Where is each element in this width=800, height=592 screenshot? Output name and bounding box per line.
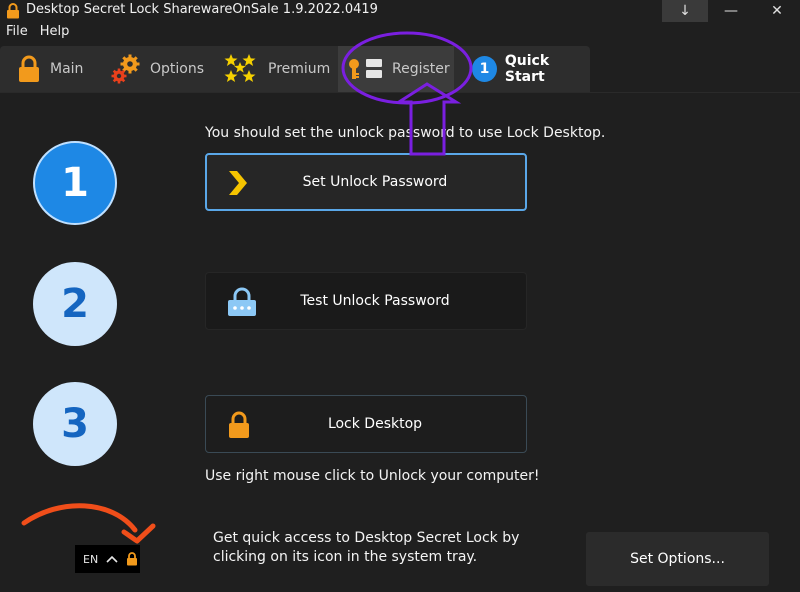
lock-desktop-label: Lock Desktop [327,416,423,432]
key-icon [349,59,382,79]
set-unlock-password-label: Set Unlock Password [302,174,448,190]
set-unlock-password-button[interactable]: Set Unlock Password [205,153,527,211]
tray-instructions: Get quick access to Desktop Secret Lock … [213,529,533,567]
tray-language: EN [83,552,99,566]
content-divider [0,92,800,93]
minimize-button[interactable]: — [708,0,754,22]
test-unlock-password-button[interactable]: Test Unlock Password [205,272,527,330]
app-lock-icon [7,3,19,19]
hint-set-password: You should set the unlock password to us… [205,125,606,141]
stars-icon [224,54,256,82]
step-3-circle: 3 [33,382,117,466]
close-button[interactable]: ✕ [754,0,800,22]
tab-main[interactable]: Main [16,46,83,92]
menu-bar: File Help [0,24,69,44]
set-options-button[interactable]: Set Options... [586,532,769,586]
lock-icon [19,55,39,82]
step-1-circle: 1 [33,141,117,225]
tab-options-label: Options [150,61,205,77]
step-2-circle: 2 [33,262,117,346]
test-unlock-password-label: Test Unlock Password [300,293,450,309]
chevron-up-icon [106,555,118,563]
quick-start-badge: 1 [472,56,497,82]
tab-main-label: Main [50,61,84,77]
tab-quick-start[interactable]: 1 Quick Start [472,46,590,92]
tab-bar: Main Options Premium Register 1 Quick St… [0,46,590,92]
system-tray-preview: EN [75,545,140,573]
annotation-curved-arrow [21,503,138,533]
tray-instructions-line1: Get quick access to Desktop Secret Lock … [213,530,520,546]
tab-quick-start-label: Quick Start [504,53,550,85]
window-title: Desktop Secret Lock SharewareOnSale 1.9.… [26,2,378,17]
gears-icon [111,54,140,84]
tray-instructions-line2: clicking on its icon in the system tray. [213,549,478,565]
hint-unlock: Use right mouse click to Unlock your com… [205,468,540,484]
tray-lock-icon [127,552,138,566]
tab-register[interactable]: Register [338,46,454,92]
annotation-up-arrow [393,82,462,156]
window-controls: ↓ — ✕ [662,0,800,22]
menu-help[interactable]: Help [40,24,70,44]
extra-window-button[interactable]: ↓ [662,0,708,22]
tab-register-label: Register [392,61,450,77]
menu-file[interactable]: File [6,24,28,44]
annotation-curved-arrowhead [121,523,156,544]
tab-premium-label: Premium [268,61,331,77]
tab-premium[interactable]: Premium [224,46,330,92]
tab-options[interactable]: Options [110,46,204,92]
title-bar: Desktop Secret Lock SharewareOnSale 1.9.… [0,0,800,22]
lock-desktop-button[interactable]: Lock Desktop [205,395,527,453]
